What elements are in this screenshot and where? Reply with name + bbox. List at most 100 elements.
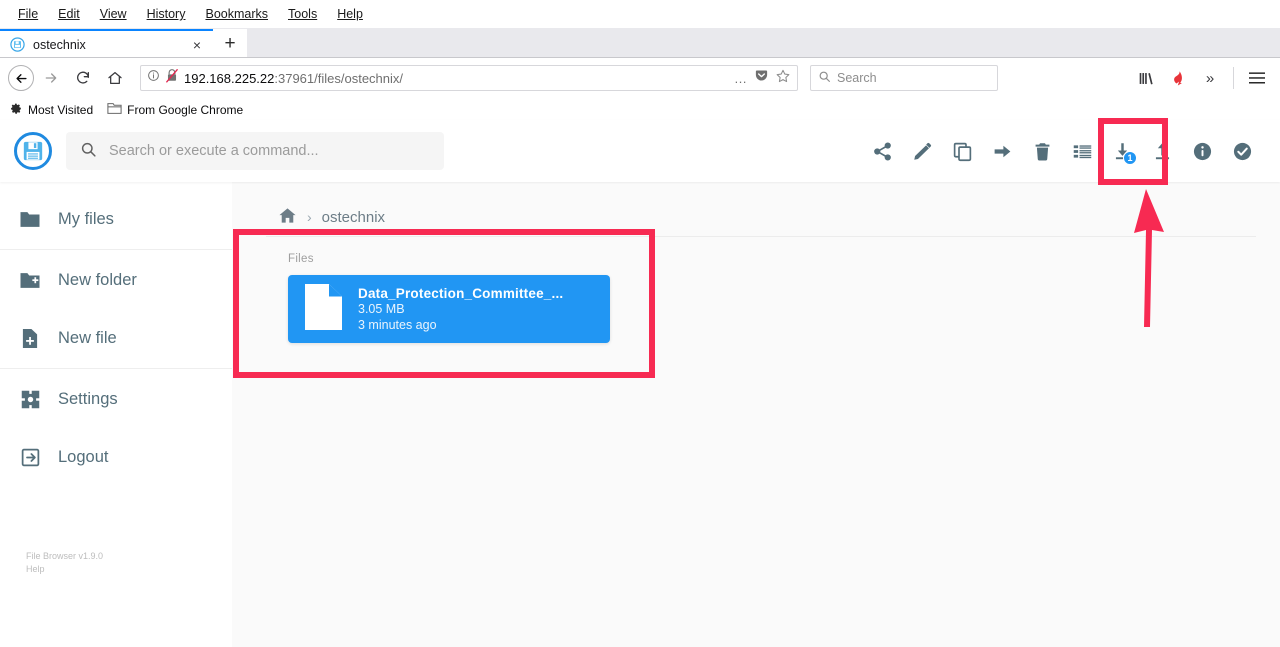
move-button[interactable] bbox=[982, 131, 1022, 171]
menu-bar: File Edit View History Bookmarks Tools H… bbox=[0, 0, 1280, 28]
sidebar: My files New folder New file Settings Lo… bbox=[0, 182, 232, 647]
switch-view-button[interactable] bbox=[1062, 131, 1102, 171]
menu-history[interactable]: History bbox=[137, 4, 196, 24]
menu-help-label: Help bbox=[337, 7, 363, 21]
url-host: 192.168.225.22 bbox=[184, 70, 275, 86]
page-actions-icon[interactable]: … bbox=[734, 71, 748, 86]
menu-file[interactable]: File bbox=[8, 4, 48, 24]
browser-search-placeholder: Search bbox=[837, 71, 877, 85]
hamburger-menu-icon[interactable] bbox=[1244, 65, 1270, 91]
bookmark-label: From Google Chrome bbox=[127, 102, 244, 117]
url-text[interactable]: 192.168.225.22:37961/files/ostechnix/ bbox=[184, 71, 729, 86]
filebrowser-floppy-favicon bbox=[10, 37, 25, 52]
menu-view-label: View bbox=[99, 7, 127, 21]
sidebar-separator bbox=[0, 368, 232, 369]
menu-tools-label: Tools bbox=[288, 7, 318, 21]
breadcrumb-current[interactable]: ostechnix bbox=[322, 209, 385, 226]
sidebar-item-logout[interactable]: Logout bbox=[0, 428, 232, 486]
file-plus-icon bbox=[18, 328, 42, 349]
bookmark-from-google-chrome[interactable]: From Google Chrome bbox=[107, 102, 243, 118]
downloads-arrow-icon[interactable] bbox=[1165, 65, 1191, 91]
toolbar-right-icons: » bbox=[1133, 65, 1272, 91]
menu-bookmarks[interactable]: Bookmarks bbox=[195, 4, 278, 24]
bookmark-star-icon[interactable] bbox=[775, 68, 791, 89]
sidebar-item-my-files[interactable]: My files bbox=[0, 190, 232, 248]
share-button[interactable] bbox=[862, 131, 902, 171]
menu-edit[interactable]: Edit bbox=[48, 4, 90, 24]
logout-icon bbox=[18, 447, 42, 468]
info-button[interactable] bbox=[1182, 131, 1222, 171]
filebrowser-app: Search or execute a command... 1 My file… bbox=[0, 120, 1280, 647]
menu-tools[interactable]: Tools bbox=[278, 4, 327, 24]
gear-icon bbox=[18, 389, 42, 410]
folder-icon bbox=[18, 210, 42, 229]
breadcrumb-separator: › bbox=[307, 209, 312, 225]
close-icon[interactable]: × bbox=[189, 36, 205, 54]
page-info-icon[interactable] bbox=[147, 69, 160, 87]
browser-search-bar[interactable]: Search bbox=[810, 65, 998, 91]
delete-button[interactable] bbox=[1022, 131, 1062, 171]
menu-bookmarks-label: Bookmarks bbox=[205, 7, 269, 21]
search-icon bbox=[80, 141, 97, 162]
sidebar-separator bbox=[0, 249, 232, 250]
menu-help[interactable]: Help bbox=[327, 4, 373, 24]
folder-icon bbox=[107, 102, 122, 118]
toolbar-separator bbox=[1233, 67, 1234, 89]
select-multiple-button[interactable] bbox=[1222, 131, 1262, 171]
sidebar-item-new-file[interactable]: New file bbox=[0, 309, 232, 367]
menu-view[interactable]: View bbox=[90, 4, 137, 24]
file-meta: Data_Protection_Committee_... 3.05 MB 3 … bbox=[358, 286, 563, 333]
menu-edit-label: Edit bbox=[58, 7, 80, 21]
new-tab-button[interactable]: + bbox=[213, 29, 247, 58]
upload-button[interactable] bbox=[1142, 131, 1182, 171]
gear-icon bbox=[10, 102, 23, 118]
reload-button[interactable] bbox=[68, 63, 98, 93]
sidebar-footer: File Browser v1.9.0 Help bbox=[26, 550, 103, 576]
command-search-placeholder: Search or execute a command... bbox=[109, 143, 319, 159]
tab-strip: ostechnix × + bbox=[0, 28, 1280, 58]
breadcrumb: › ostechnix bbox=[266, 200, 1256, 234]
pocket-icon[interactable] bbox=[754, 68, 769, 88]
command-search-input[interactable]: Search or execute a command... bbox=[66, 132, 444, 170]
file-modified: 3 minutes ago bbox=[358, 317, 437, 332]
download-button[interactable]: 1 bbox=[1102, 131, 1142, 171]
home-icon[interactable] bbox=[278, 206, 297, 229]
file-icon bbox=[302, 282, 344, 337]
sidebar-item-label: New folder bbox=[58, 270, 137, 289]
bookmark-most-visited[interactable]: Most Visited bbox=[10, 102, 93, 118]
sidebar-item-label: New file bbox=[58, 328, 117, 347]
url-bar[interactable]: 192.168.225.22:37961/files/ostechnix/ … bbox=[140, 65, 798, 91]
app-header: Search or execute a command... 1 bbox=[0, 120, 1280, 182]
app-version: File Browser v1.9.0 bbox=[26, 551, 104, 561]
copy-button[interactable] bbox=[942, 131, 982, 171]
filebrowser-logo[interactable] bbox=[14, 132, 52, 170]
app-body: My files New folder New file Settings Lo… bbox=[0, 182, 1280, 647]
url-path: :37961/files/ostechnix/ bbox=[274, 70, 404, 86]
help-link[interactable]: Help bbox=[26, 563, 103, 576]
folder-plus-icon bbox=[18, 271, 42, 290]
back-button[interactable] bbox=[8, 65, 34, 91]
sidebar-item-label: Settings bbox=[58, 389, 118, 408]
sidebar-item-label: My files bbox=[58, 209, 114, 228]
menu-history-label: History bbox=[146, 7, 186, 21]
sidebar-item-label: Logout bbox=[58, 447, 109, 466]
action-toolbar: 1 bbox=[862, 131, 1262, 171]
tab-ostechnix[interactable]: ostechnix × bbox=[0, 29, 213, 58]
sidebar-item-settings[interactable]: Settings bbox=[0, 370, 232, 428]
home-button[interactable] bbox=[100, 63, 130, 93]
tab-title: ostechnix bbox=[33, 37, 86, 52]
search-icon bbox=[818, 70, 831, 86]
files-section-label: Files bbox=[288, 253, 314, 265]
menu-file-label: File bbox=[18, 7, 39, 21]
download-count-badge: 1 bbox=[1123, 151, 1137, 165]
file-name: Data_Protection_Committee_... bbox=[358, 285, 564, 301]
library-icon[interactable] bbox=[1133, 65, 1159, 91]
overflow-chevrons-icon[interactable]: » bbox=[1197, 65, 1223, 91]
sidebar-item-new-folder[interactable]: New folder bbox=[0, 251, 232, 309]
file-size: 3.05 MB bbox=[358, 301, 405, 316]
firefox-window: File Edit View History Bookmarks Tools H… bbox=[0, 0, 1280, 647]
file-tile[interactable]: Data_Protection_Committee_... 3.05 MB 3 … bbox=[288, 275, 610, 343]
files-panel: Files Data_Protection_Committee_... 3.05… bbox=[266, 237, 1256, 343]
rename-button[interactable] bbox=[902, 131, 942, 171]
insecure-lock-icon[interactable] bbox=[165, 68, 179, 88]
